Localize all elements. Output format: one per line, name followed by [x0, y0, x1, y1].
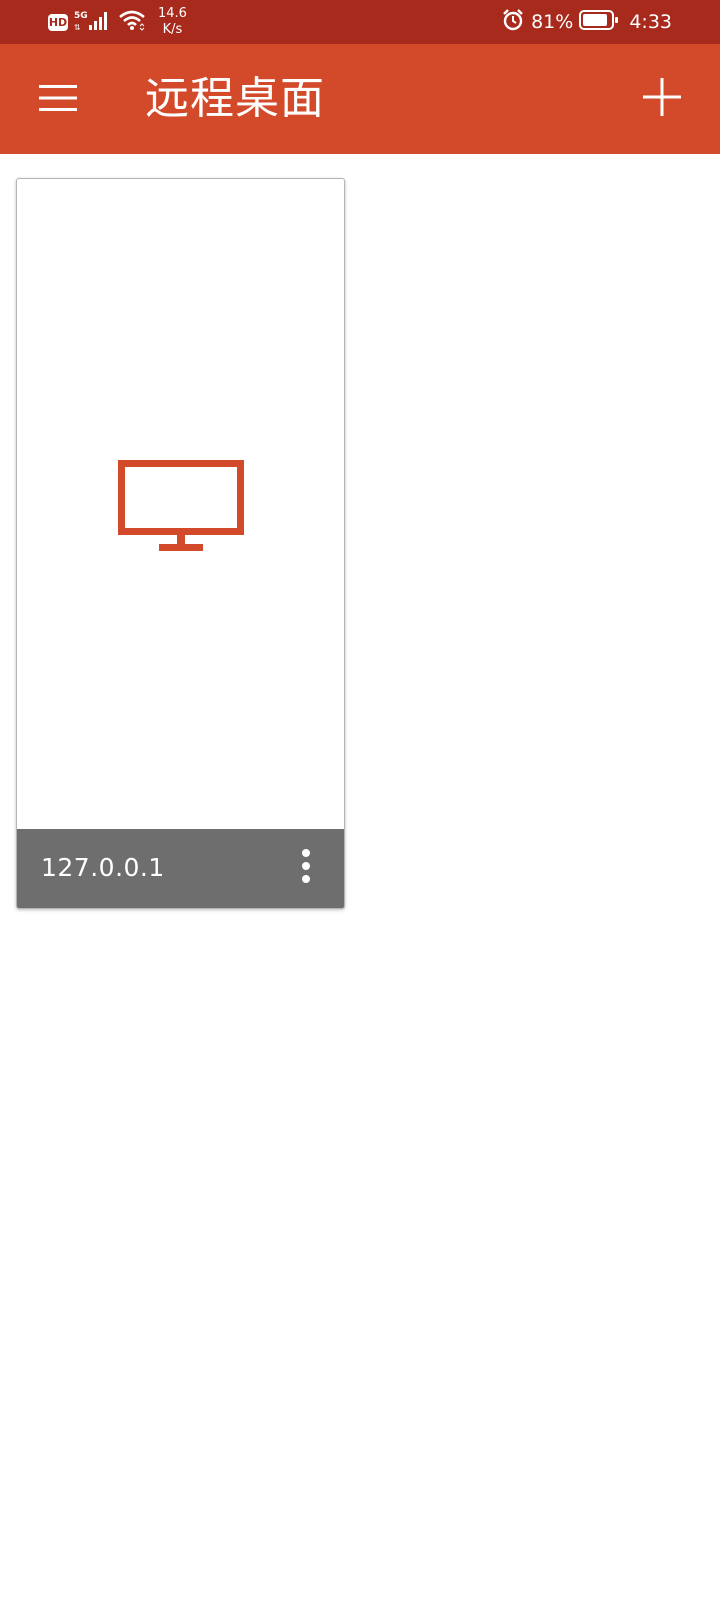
- monitor-icon: [118, 460, 244, 556]
- wifi-icon: [118, 9, 146, 35]
- clock: 4:33: [629, 11, 672, 33]
- hd-icon: HD: [48, 13, 68, 31]
- network-type-indicator: 5G ⇅: [74, 8, 88, 36]
- pc-card-footer: 127.0.0.1: [17, 829, 344, 908]
- status-bar: HD 5G ⇅ 14.6 K/s 81% 4:33: [0, 0, 720, 44]
- battery-percent: 81%: [531, 11, 574, 33]
- pc-more-options-button[interactable]: [284, 846, 328, 890]
- page-title: 远程桌面: [145, 73, 325, 124]
- signal-icon: [88, 10, 110, 34]
- network-arrows-icon: ⇅: [74, 23, 81, 32]
- network-speed-value: 14.6: [158, 6, 187, 21]
- pc-card[interactable]: 127.0.0.1: [16, 178, 345, 909]
- network-type-label: 5G: [74, 11, 88, 21]
- network-speed-unit: K/s: [162, 22, 183, 37]
- plus-icon: [643, 78, 681, 120]
- more-vertical-icon: [301, 849, 311, 887]
- app-bar: 远程桌面: [0, 44, 720, 154]
- menu-button[interactable]: [30, 72, 86, 128]
- network-speed: 14.6 K/s: [158, 6, 187, 38]
- add-pc-button[interactable]: [634, 71, 690, 127]
- alarm-icon: [501, 8, 525, 37]
- status-bar-right: 81% 4:33: [501, 0, 672, 44]
- pc-name: 127.0.0.1: [41, 853, 165, 882]
- status-bar-left: HD 5G ⇅ 14.6 K/s: [48, 0, 187, 44]
- battery-icon: [579, 9, 619, 36]
- pc-thumbnail[interactable]: [17, 179, 344, 829]
- hamburger-menu-icon: [39, 84, 77, 116]
